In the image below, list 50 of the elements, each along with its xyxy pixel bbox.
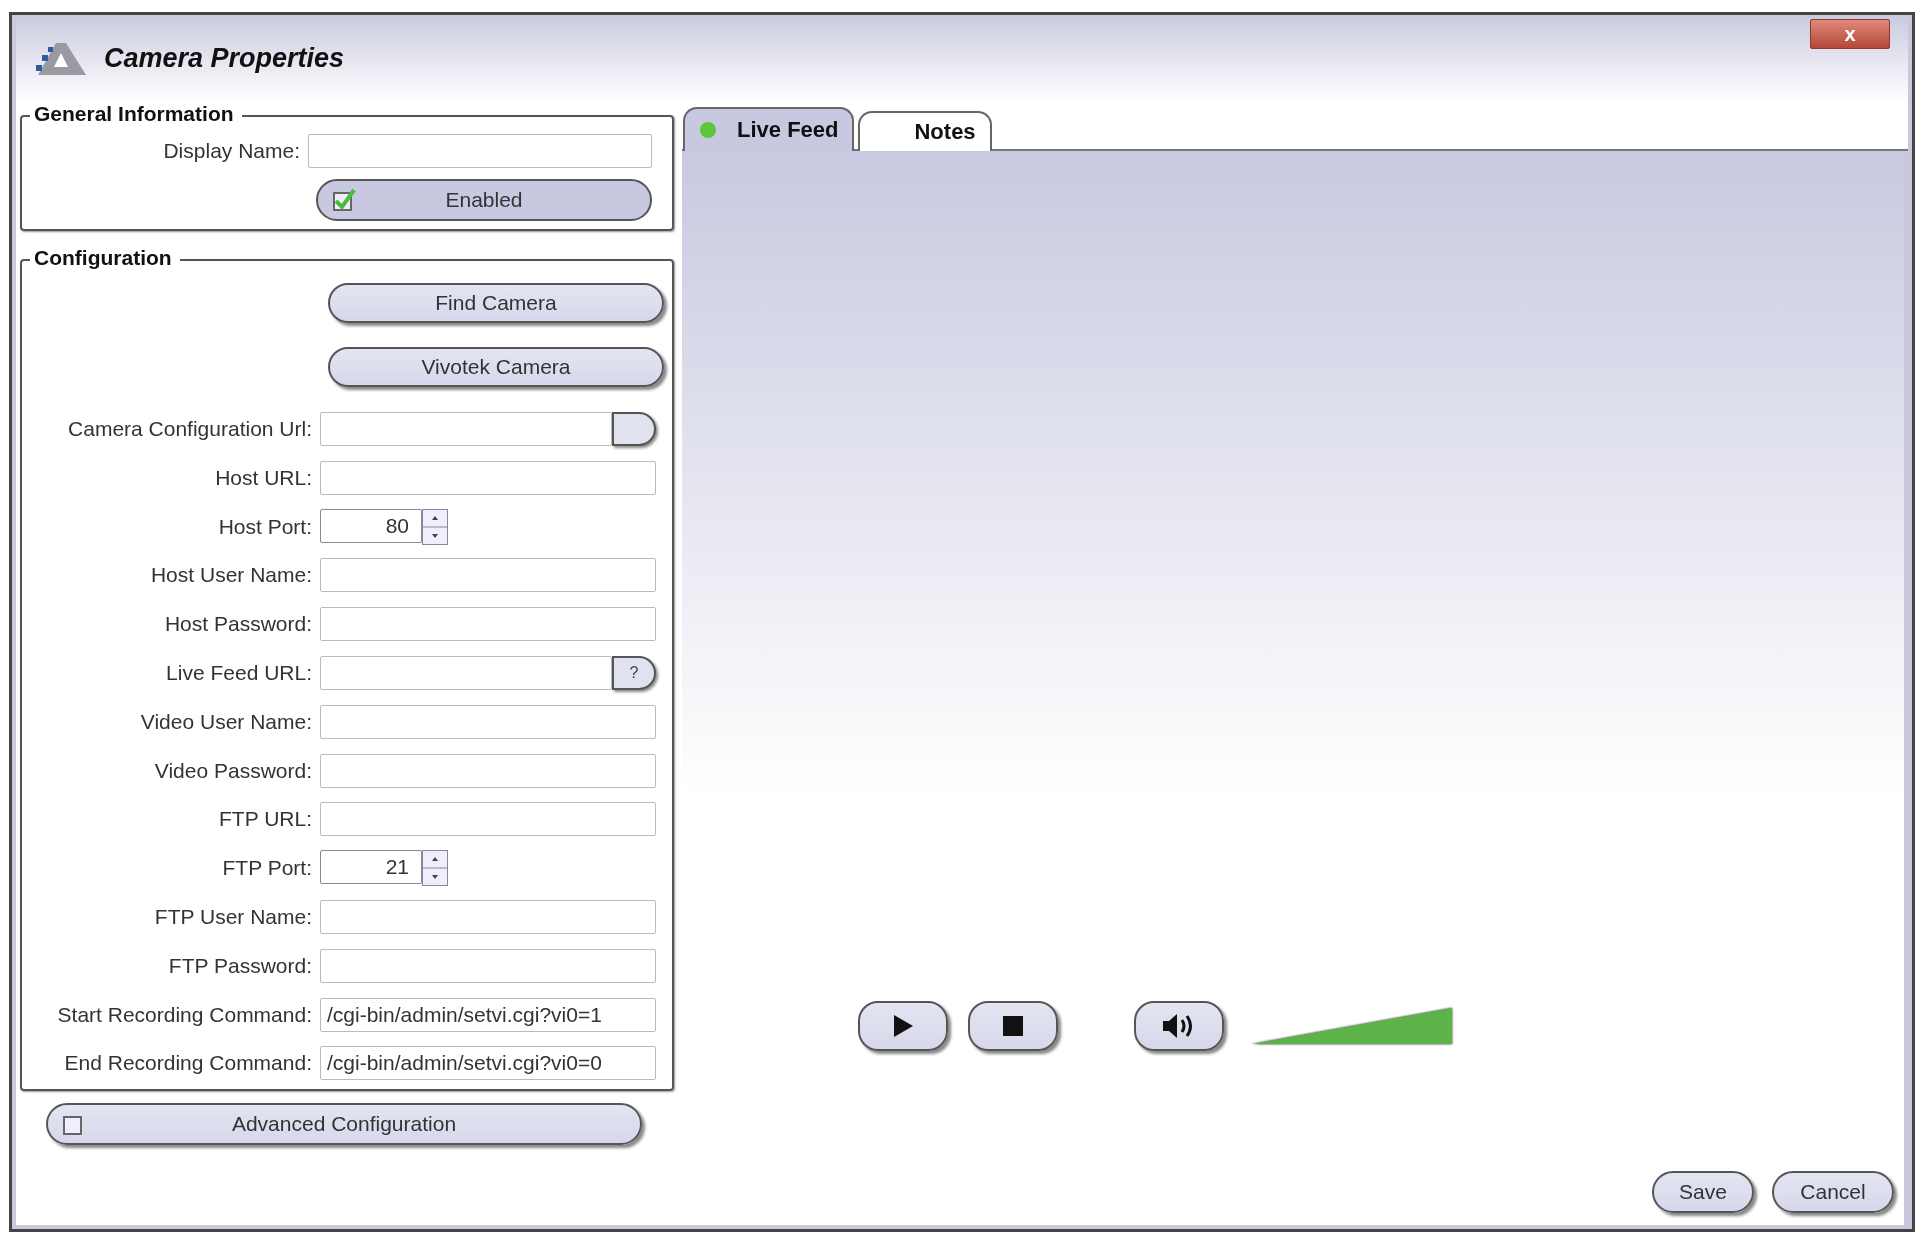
field-label: Host Password: — [163, 612, 312, 637]
action-button[interactable]: Vivotek Camera — [328, 347, 664, 387]
field-label: Live Feed URL: — [165, 661, 312, 685]
volume-button[interactable] — [1134, 1001, 1224, 1051]
close-button[interactable]: x — [1810, 19, 1890, 49]
field-label: FTP Port: — [221, 856, 312, 881]
input-field[interactable]: /cgi-bin/admin/setvi.cgi?vi0=1 — [320, 997, 656, 1032]
field-label: Video User Name: — [139, 709, 312, 734]
play-button[interactable] — [858, 1001, 948, 1051]
play-icon — [892, 1014, 914, 1038]
stop-button[interactable] — [968, 1001, 1058, 1051]
input-field[interactable] — [320, 558, 656, 593]
input-field[interactable] — [320, 753, 656, 788]
browse-button[interactable] — [612, 412, 656, 446]
field-label: Display Name: — [162, 139, 300, 163]
tab[interactable]: Live Feed — [683, 107, 855, 151]
field-label: Start Recording Command: — [56, 1002, 312, 1027]
field-label: FTP User Name: — [153, 904, 312, 929]
field-label: Host Port: — [217, 514, 312, 539]
field-label: FTP URL: — [218, 807, 312, 832]
status-dot-icon — [699, 121, 717, 139]
input-field[interactable] — [320, 899, 656, 934]
input-field[interactable] — [320, 607, 656, 642]
input-field[interactable] — [308, 134, 652, 168]
input-field[interactable] — [320, 656, 612, 690]
stop-icon — [1002, 1015, 1024, 1037]
input-field[interactable] — [320, 460, 656, 495]
advanced-configuration-toggle[interactable]: Advanced Configuration — [46, 1103, 642, 1146]
field-label: Camera Configuration Url: — [67, 417, 312, 441]
spinner-arrows-icon[interactable] — [422, 850, 448, 887]
input-field[interactable] — [320, 948, 656, 983]
field-label: Host URL: — [214, 465, 312, 490]
input-field[interactable] — [320, 412, 612, 446]
number-field[interactable]: 21 — [320, 850, 422, 885]
cancel-button[interactable]: Cancel — [1772, 1171, 1894, 1213]
field-label: FTP Password: — [167, 953, 312, 978]
save-button[interactable]: Save — [1652, 1171, 1754, 1213]
spinner-arrows-icon[interactable] — [422, 508, 448, 545]
action-button[interactable]: Find Camera — [328, 283, 664, 323]
help-button[interactable]: ? — [612, 656, 656, 690]
input-field[interactable] — [320, 704, 656, 739]
field-label: End Recording Command: — [63, 1051, 312, 1076]
input-field[interactable] — [320, 802, 656, 837]
input-field[interactable]: /cgi-bin/admin/setvi.cgi?vi0=0 — [320, 1046, 656, 1081]
enabled-toggle-button[interactable]: Enabled — [316, 179, 652, 221]
number-field[interactable]: 80 — [320, 508, 422, 543]
tab[interactable]: Notes — [858, 111, 992, 151]
window-title: Camera Properties — [104, 42, 345, 74]
field-label: Host User Name: — [149, 563, 312, 588]
field-label: Video Password: — [153, 758, 312, 783]
